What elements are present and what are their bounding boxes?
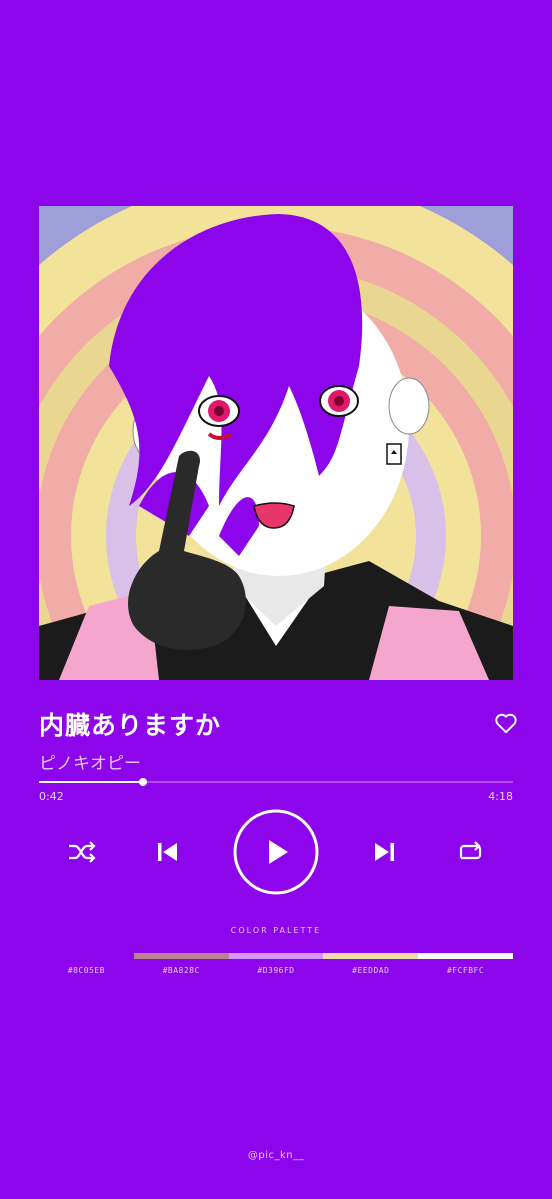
skip-next-icon (375, 843, 394, 861)
next-button[interactable] (371, 840, 397, 864)
palette-swatches (39, 953, 513, 959)
previous-button[interactable] (155, 840, 181, 864)
shuffle-button[interactable] (66, 838, 98, 866)
artist-name: ピノキオピー (39, 754, 141, 774)
repeat-icon (459, 841, 482, 860)
swatch-2 (133, 953, 229, 959)
swatch-1 (39, 953, 134, 959)
creator-handle: @pic_kn__ (247, 1150, 305, 1161)
swatch-5 (418, 953, 513, 959)
progress-fill (39, 781, 144, 783)
heart-outline-icon (495, 713, 517, 734)
progress-knob[interactable] (139, 778, 148, 786)
color-code: #D396FD (257, 966, 295, 975)
color-code: #8C05EB (67, 966, 105, 975)
shuffle-icon (69, 841, 96, 863)
album-artwork-illustration (39, 206, 513, 680)
palette-codes: #8C05EB #BA828C #D396FD #EEDDAD #FCFBFC (39, 966, 513, 975)
play-button[interactable] (233, 809, 319, 895)
color-code: #EEDDAD (352, 966, 390, 975)
swatch-3 (228, 953, 324, 959)
like-button[interactable] (493, 710, 519, 736)
progress-bar[interactable] (39, 778, 513, 788)
track-title-row: 内臓ありますか (39, 706, 519, 746)
color-code: #BA828C (162, 966, 200, 975)
total-time: 4:18 (488, 790, 513, 803)
album-artwork (39, 206, 513, 680)
swatch-4 (323, 953, 419, 959)
color-code: #FCFBFC (446, 966, 485, 975)
repeat-button[interactable] (455, 838, 485, 866)
current-time: 0:42 (39, 790, 64, 803)
skip-previous-icon (158, 843, 177, 861)
play-icon (233, 809, 319, 895)
palette-heading: COLOR PALETTE (230, 926, 322, 935)
song-title: 内臓ありますか (39, 711, 222, 740)
